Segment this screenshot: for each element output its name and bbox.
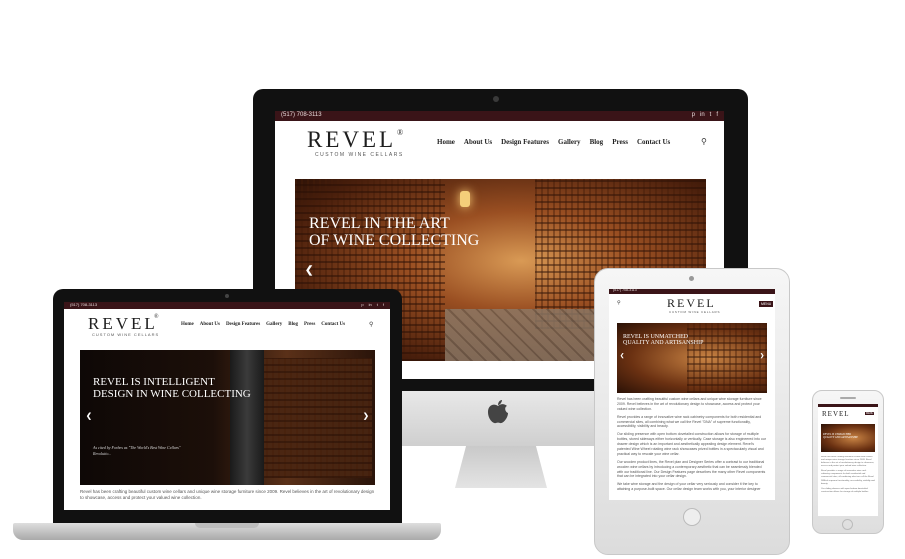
hero-headline: Revel in the Art of Wine Collecting: [309, 215, 480, 249]
menu-button[interactable]: MENU: [759, 301, 774, 307]
hero-headline: Revel is Unmatched Quality and Artisansh…: [623, 334, 704, 347]
hero-slider: Revel is Unmatched Quality and Artisansh…: [617, 323, 767, 393]
body-copy: Revel has been crafting beautiful custom…: [617, 397, 767, 500]
twitter-icon[interactable]: t: [710, 112, 712, 118]
paragraph: Revel has been crafting beautiful custom…: [821, 456, 875, 468]
paragraph: Our wooden product lines, the Revel plan…: [617, 459, 766, 479]
phone-speaker: [840, 397, 856, 399]
facebook-icon[interactable]: f: [383, 302, 384, 307]
nav-blog[interactable]: Blog: [288, 322, 298, 327]
search-icon[interactable]: ⚲: [617, 300, 621, 306]
hero-headline: Revel is Intelligent Design in Wine Coll…: [93, 376, 251, 400]
chevron-right-icon[interactable]: ❯: [760, 353, 764, 359]
pendant-lamp: [460, 191, 470, 207]
body-copy: Revel has been crafting beautiful custom…: [821, 456, 875, 516]
nav-home[interactable]: Home: [437, 138, 455, 146]
facebook-icon[interactable]: f: [716, 112, 718, 118]
paragraph: Revel provides a range of innovative win…: [617, 414, 762, 429]
phone-number[interactable]: (517) 708-3113: [281, 112, 322, 118]
nav-design-features[interactable]: Design Features: [501, 138, 549, 146]
linkedin-icon[interactable]: in: [700, 112, 705, 118]
menu-button[interactable]: MENU: [865, 412, 875, 415]
nav-press[interactable]: Press: [304, 322, 315, 327]
wine-racks: [260, 358, 372, 478]
chevron-left-icon[interactable]: ❮: [305, 265, 313, 276]
nav-gallery[interactable]: Gallery: [558, 138, 581, 146]
twitter-icon[interactable]: t: [377, 302, 378, 307]
main-nav: Home About Us Design Features Gallery Bl…: [437, 138, 670, 146]
top-bar: (517) 708-3113 p in t f: [64, 302, 390, 309]
paragraph: Our sliding drawers with open bottom dov…: [821, 487, 869, 493]
laptop-camera: [225, 294, 229, 298]
tablet-screen: (517) 708-3113 ⚲ REVEL CUSTOM WINE CELLA…: [609, 289, 775, 500]
laptop-notch: [195, 523, 259, 528]
paragraph: We take wine storage and the design of y…: [617, 482, 761, 492]
imac-stand: [455, 446, 547, 488]
top-bar: (517) 708-3113: [609, 289, 775, 294]
nav-contact-us[interactable]: Contact Us: [321, 322, 345, 327]
home-button-icon[interactable]: [683, 508, 701, 526]
chevron-left-icon[interactable]: ❮: [620, 353, 624, 359]
apple-logo-icon: [487, 400, 509, 425]
paragraph: Revel has been crafting beautiful custom…: [617, 397, 762, 411]
laptop-screen: (517) 708-3113 p in t f REVEL ® CUSTOM W…: [64, 302, 390, 510]
search-icon[interactable]: ⚲: [369, 321, 373, 328]
hero-headline: Revel is Unmatched Quality and Artisansh…: [823, 433, 858, 439]
phone-number[interactable]: (517) 708-3113: [613, 289, 637, 292]
nav-gallery[interactable]: Gallery: [266, 322, 282, 327]
chevron-left-icon[interactable]: ❮: [86, 412, 92, 420]
paragraph: Revel provides a range of innovative win…: [821, 470, 875, 485]
hero-slider: Revel is Intelligent Design in Wine Coll…: [80, 350, 375, 485]
paragraph: Our sliding presence with open bottom do…: [617, 432, 766, 456]
home-button-icon[interactable]: [842, 519, 853, 530]
top-bar: [818, 404, 878, 407]
linkedin-icon[interactable]: in: [369, 302, 372, 307]
nav-press[interactable]: Press: [612, 138, 628, 146]
intro-paragraph: Revel has been crafting beautiful custom…: [80, 489, 375, 501]
press-quote: As cited by Forbes as "The World's Best …: [93, 445, 181, 456]
tablet-camera: [689, 276, 694, 281]
top-bar: (517) 708-3113 p in t f: [275, 111, 724, 121]
nav-about-us[interactable]: About Us: [200, 322, 220, 327]
nav-home[interactable]: Home: [181, 322, 194, 327]
glass-door: [230, 350, 264, 485]
pinterest-icon[interactable]: p: [692, 112, 695, 118]
chevron-right-icon[interactable]: ❯: [363, 412, 369, 420]
main-nav: Home About Us Design Features Gallery Bl…: [181, 322, 345, 327]
phone-screen: REVEL MENU Revel is Unmatched Quality an…: [818, 404, 878, 516]
phone-number[interactable]: (517) 708-3113: [70, 302, 97, 307]
nav-about-us[interactable]: About Us: [464, 138, 492, 146]
nav-contact-us[interactable]: Contact Us: [637, 138, 670, 146]
nav-blog[interactable]: Blog: [590, 138, 604, 146]
nav-design-features[interactable]: Design Features: [226, 322, 260, 327]
hero-slider: Revel is Unmatched Quality and Artisansh…: [821, 424, 875, 452]
search-icon[interactable]: ⚲: [701, 137, 707, 146]
pinterest-icon[interactable]: p: [361, 302, 363, 307]
imac-camera: [493, 96, 499, 102]
